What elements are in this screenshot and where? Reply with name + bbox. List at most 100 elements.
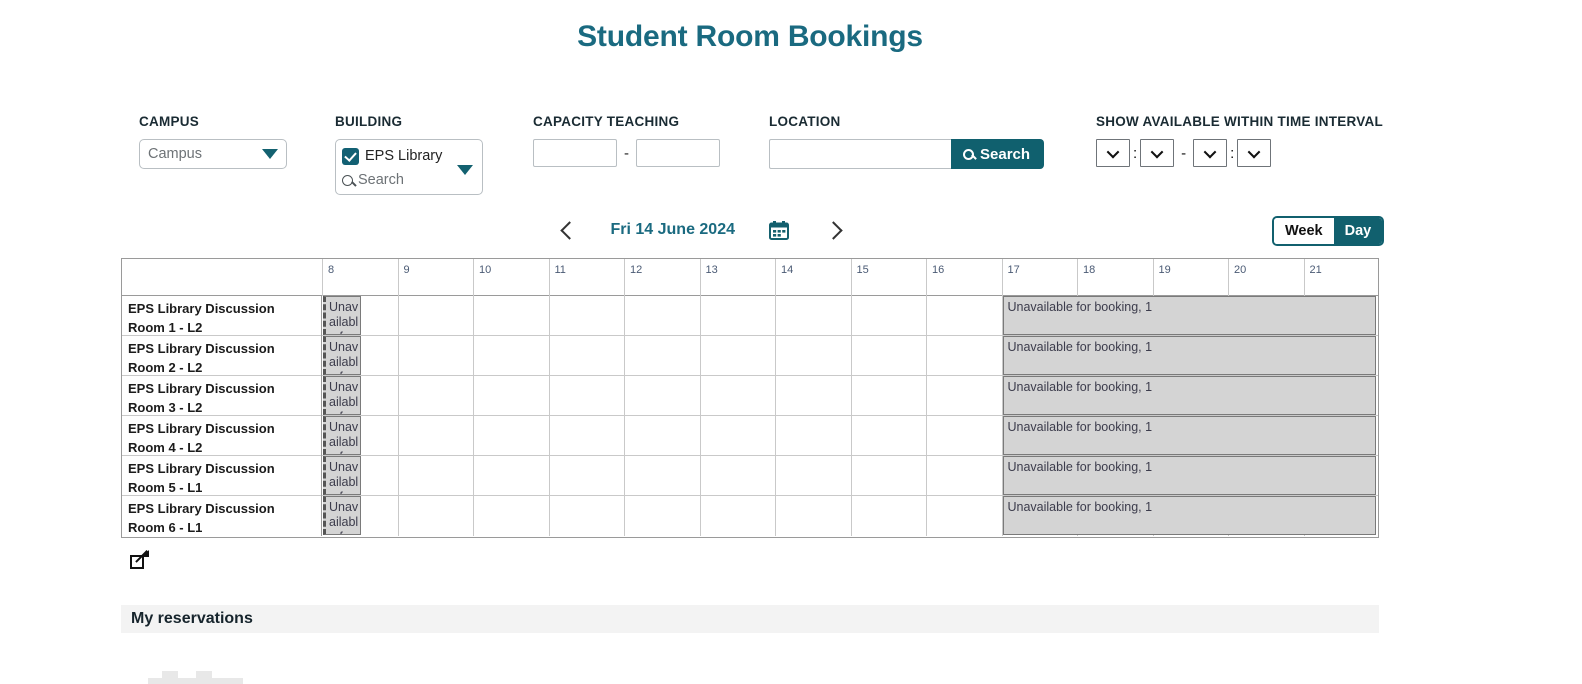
filter-capacity: CAPACITY TEACHING - [533, 114, 720, 167]
location-search-row: Search [769, 139, 1045, 169]
hour-header-14: 14 [775, 259, 851, 296]
capacity-min-input[interactable] [533, 139, 617, 167]
booking-block[interactable]: Unavailable for booking, 1 [1002, 336, 1377, 375]
booking-block[interactable]: Unavailable for booking, 1 [323, 336, 361, 375]
campus-select[interactable]: Campus [139, 139, 287, 169]
filter-campus: CAMPUS Campus [139, 114, 287, 169]
hour-gridline [548, 456, 550, 495]
hour-gridline [926, 336, 927, 375]
hour-gridline [473, 336, 474, 375]
time-to-minute-select[interactable] [1237, 139, 1272, 167]
checkbox-checked-icon[interactable] [342, 147, 359, 165]
hour-gridline [850, 456, 852, 495]
hour-header-18: 18 [1077, 259, 1153, 296]
hour-gridline [699, 296, 701, 335]
time-to-colon: : [1230, 144, 1235, 162]
building-multiselect[interactable]: EPS Library Search [335, 139, 483, 195]
hour-gridline [775, 416, 776, 455]
page-title: Student Room Bookings [577, 20, 923, 53]
campus-label: CAMPUS [139, 114, 200, 129]
booking-block[interactable]: Unavailable for booking, 1 [323, 496, 361, 535]
hour-gridline [624, 296, 625, 335]
building-label: BUILDING [335, 114, 403, 129]
date-navigation: Fri 14 June 2024 [560, 214, 840, 246]
time-to-hour-select[interactable] [1193, 139, 1228, 167]
hour-gridline [397, 296, 399, 335]
hour-gridline [850, 296, 852, 335]
building-selected-option[interactable]: EPS Library [342, 144, 476, 168]
hour-gridline [397, 376, 399, 415]
booking-block[interactable]: Unavailable for booking, 1 [1002, 376, 1377, 415]
hour-gridline [850, 416, 852, 455]
booking-block[interactable]: Unavailable for booking, 1 [1002, 416, 1377, 455]
hour-gridline [926, 456, 927, 495]
search-button-label: Search [980, 145, 1031, 163]
hour-gridline [926, 496, 927, 536]
chevron-down-icon [262, 149, 278, 159]
hour-gridline [775, 336, 776, 375]
hour-header-17: 17 [1001, 259, 1078, 296]
room-column-header [122, 259, 322, 296]
hour-gridline [548, 296, 550, 335]
time-from-minute-select[interactable] [1140, 139, 1175, 167]
booking-block[interactable]: Unavailable for booking, 1 [1002, 296, 1377, 335]
previous-day-button[interactable] [560, 222, 576, 238]
hour-gridline [699, 336, 701, 375]
hour-gridline [397, 496, 399, 536]
booking-block[interactable]: Unavailable for booking, 1 [323, 456, 361, 495]
hour-gridline [473, 456, 474, 495]
hour-gridline [473, 496, 474, 536]
hour-gridline [473, 416, 474, 455]
hour-gridline [699, 456, 701, 495]
schedule-grid: 8 9 10 11 12 13 14 15 16 17 18 19 20 21 EPS Library D… [121, 258, 1379, 538]
tab-day[interactable]: Day [1333, 218, 1383, 244]
capacity-range-row: - [533, 139, 720, 167]
current-date-label: Fri 14 June 2024 [610, 221, 735, 238]
search-icon [342, 174, 353, 186]
building-search-row[interactable]: Search [342, 168, 476, 192]
filter-location: LOCATION Search [769, 114, 1045, 169]
hour-header-19: 19 [1152, 259, 1229, 296]
schedule-row: EPS Library Discussion Room 3 - L2 Unavai… [122, 376, 1378, 416]
loading-skeleton [148, 668, 243, 684]
hour-gridline [699, 416, 701, 455]
next-day-button[interactable] [824, 222, 840, 238]
tab-week[interactable]: Week [1274, 218, 1334, 244]
hour-gridline [775, 456, 776, 495]
hour-gridline [850, 376, 852, 415]
filter-bar: CAMPUS Campus BUILDING EPS Library Searc… [0, 110, 1582, 200]
room-label: EPS Library Discussion Room 3 - L2 [122, 376, 322, 416]
hour-gridline [699, 376, 701, 415]
search-icon [963, 148, 974, 160]
my-reservations-title: My reservations [131, 610, 253, 627]
booking-block[interactable]: Unavailable for booking, 1 [323, 376, 361, 415]
room-label: EPS Library Discussion Room 1 - L2 [122, 296, 322, 336]
hour-header-16: 16 [926, 259, 1002, 296]
capacity-max-input[interactable] [636, 139, 720, 167]
hour-gridline [775, 376, 776, 415]
schedule-row: EPS Library Discussion Room 1 - L2 Unavai… [122, 296, 1378, 336]
calendar-icon[interactable] [769, 220, 790, 240]
time-from-hour-select[interactable] [1096, 139, 1130, 167]
booking-block[interactable]: Unavailable for booking, 1 [323, 296, 361, 335]
schedule-row: EPS Library Discussion Room 2 - L2 Unavai… [122, 336, 1378, 376]
hour-header-11: 11 [548, 259, 625, 296]
booking-block[interactable]: Unavailable for booking, 1 [323, 416, 361, 455]
booking-block[interactable]: Unavailable for booking, 1 [1002, 496, 1377, 535]
hour-gridline [926, 416, 927, 455]
schedule-header-row: 8 9 10 11 12 13 14 15 16 17 18 19 20 21 [122, 259, 1378, 296]
hour-header-13: 13 [699, 259, 776, 296]
schedule-row: EPS Library Discussion Room 5 - L1 Unavai… [122, 456, 1378, 496]
my-reservations-section: My reservations [121, 605, 1379, 633]
location-input[interactable] [769, 139, 951, 169]
schedule-row: EPS Library Discussion Room 6 - L1 Unavai… [122, 496, 1378, 536]
time-interval-label: SHOW AVAILABLE WITHIN TIME INTERVAL [1096, 114, 1383, 129]
building-search-placeholder: Search [358, 172, 404, 188]
search-button[interactable]: Search [951, 139, 1045, 169]
booking-block[interactable]: Unavailable for booking, 1 [1002, 456, 1377, 495]
hour-gridline [850, 336, 852, 375]
chevron-down-icon[interactable] [457, 165, 473, 175]
external-link-icon[interactable] [130, 550, 149, 569]
capacity-range-separator: - [624, 144, 629, 162]
view-toggle: Week Day [1272, 216, 1385, 246]
